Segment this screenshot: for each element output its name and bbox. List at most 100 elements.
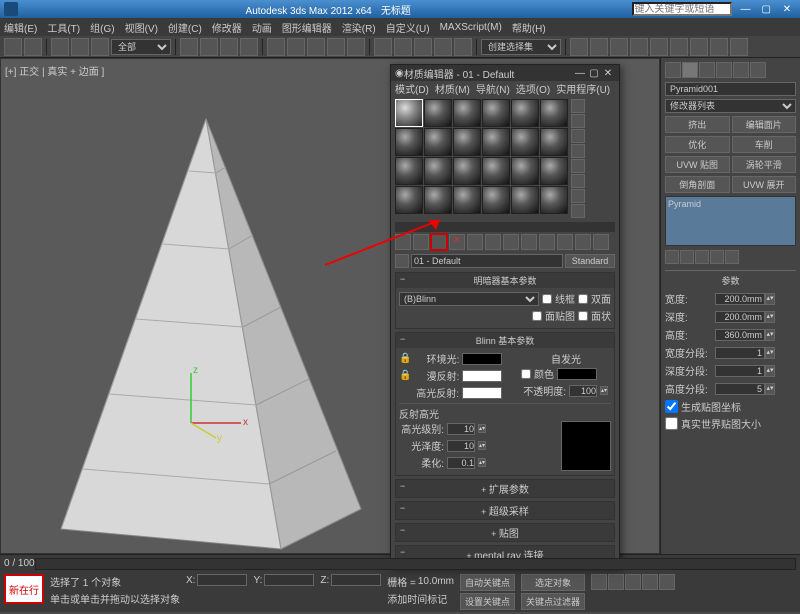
maps-rollout-header[interactable]: + 贴图 xyxy=(396,524,614,541)
align-icon[interactable] xyxy=(590,38,608,56)
material-slot[interactable] xyxy=(395,128,423,156)
shader-dropdown[interactable]: (B)Blinn xyxy=(399,292,539,306)
spinner-icon[interactable]: ▴▾ xyxy=(765,293,775,305)
mod-btn[interactable]: 涡轮平滑 xyxy=(732,156,797,173)
material-slot[interactable] xyxy=(540,186,568,214)
modifier-stack[interactable]: Pyramid xyxy=(665,196,796,246)
modifier-list-dropdown[interactable]: 修改器列表 xyxy=(665,99,796,113)
object-name-field[interactable]: Pyramid001 xyxy=(665,82,796,96)
ambient-swatch[interactable] xyxy=(462,353,502,365)
menu-help[interactable]: 帮助(H) xyxy=(512,20,546,35)
undo-icon[interactable] xyxy=(4,38,22,56)
selected-set-button[interactable]: 选定对象 xyxy=(521,574,585,591)
mod-btn[interactable]: UVW 展开 xyxy=(732,176,797,193)
mod-btn[interactable]: 倒角剖面 xyxy=(665,176,730,193)
goto-end-icon[interactable] xyxy=(659,574,675,590)
spinner-snap-icon[interactable] xyxy=(454,38,472,56)
configure-sets-icon[interactable] xyxy=(725,250,739,264)
hseg-input[interactable] xyxy=(715,383,765,395)
timeline[interactable]: 0 / 100 xyxy=(0,554,800,572)
rotate-icon[interactable] xyxy=(287,38,305,56)
sample-uv-icon[interactable] xyxy=(571,144,585,158)
material-slot[interactable] xyxy=(482,186,510,214)
selection-filter-dropdown[interactable]: 全部 xyxy=(111,39,171,55)
material-slot[interactable] xyxy=(395,186,423,214)
refcoord-icon[interactable] xyxy=(327,38,345,56)
select-by-mat-icon[interactable] xyxy=(571,204,585,218)
faceted-checkbox[interactable] xyxy=(578,311,588,321)
move-icon[interactable] xyxy=(267,38,285,56)
wseg-input[interactable] xyxy=(715,347,765,359)
create-tab-icon[interactable] xyxy=(665,62,681,78)
minimize-button[interactable]: — xyxy=(736,4,754,15)
video-check-icon[interactable] xyxy=(571,159,585,173)
material-slot[interactable] xyxy=(511,128,539,156)
render-setup-icon[interactable] xyxy=(690,38,708,56)
show-in-viewport-icon[interactable] xyxy=(539,234,555,250)
reset-map-icon[interactable]: ✕ xyxy=(449,234,465,250)
transform-z-input[interactable] xyxy=(331,574,381,586)
prev-frame-icon[interactable] xyxy=(608,574,624,590)
material-slot[interactable] xyxy=(453,128,481,156)
menu-view[interactable]: 视图(V) xyxy=(125,20,158,35)
help-search-input[interactable] xyxy=(632,2,732,16)
angle-snap-icon[interactable] xyxy=(414,38,432,56)
material-slot[interactable] xyxy=(511,157,539,185)
spinner-icon[interactable]: ▴▾ xyxy=(765,365,775,377)
menu-create[interactable]: 创建(C) xyxy=(168,20,202,35)
mod-btn[interactable]: 编辑面片 xyxy=(732,116,797,133)
named-selection-dropdown[interactable]: 创建选择集 xyxy=(481,39,561,55)
curve-editor-icon[interactable] xyxy=(630,38,648,56)
motion-tab-icon[interactable] xyxy=(716,62,732,78)
height-input[interactable] xyxy=(715,329,765,341)
wire-checkbox[interactable] xyxy=(542,294,552,304)
play-icon[interactable] xyxy=(625,574,641,590)
redo-icon[interactable] xyxy=(24,38,42,56)
go-sibling-icon[interactable] xyxy=(593,234,609,250)
menu-group[interactable]: 组(G) xyxy=(90,20,114,35)
put-to-scene-icon[interactable] xyxy=(413,234,429,250)
depth-input[interactable] xyxy=(715,311,765,323)
opacity-input[interactable] xyxy=(569,385,597,397)
show-end-result-icon[interactable] xyxy=(557,234,573,250)
utilities-tab-icon[interactable] xyxy=(750,62,766,78)
me-menu-material[interactable]: 材质(M) xyxy=(435,81,470,95)
mod-btn[interactable]: 车削 xyxy=(732,136,797,153)
time-slider[interactable] xyxy=(35,558,796,570)
link-icon[interactable] xyxy=(51,38,69,56)
make-unique-icon[interactable] xyxy=(485,234,501,250)
select-icon[interactable] xyxy=(180,38,198,56)
material-editor-icon[interactable] xyxy=(670,38,688,56)
material-slot[interactable] xyxy=(395,157,423,185)
mod-btn[interactable]: UVW 贴图 xyxy=(665,156,730,173)
autokey-button[interactable]: 自动关键点 xyxy=(460,574,515,591)
menu-rendering[interactable]: 渲染(R) xyxy=(342,20,376,35)
material-slot[interactable] xyxy=(540,128,568,156)
material-slot[interactable] xyxy=(424,128,452,156)
extended-rollout-header[interactable]: + 扩展参数 xyxy=(396,480,614,497)
percent-snap-icon[interactable] xyxy=(434,38,452,56)
get-material-icon[interactable] xyxy=(395,234,411,250)
lock-icon[interactable]: 🔒 xyxy=(399,353,411,364)
goto-start-icon[interactable] xyxy=(591,574,607,590)
remove-mod-icon[interactable] xyxy=(710,250,724,264)
snap-icon[interactable] xyxy=(394,38,412,56)
material-slot[interactable] xyxy=(395,99,423,127)
material-id-icon[interactable] xyxy=(521,234,537,250)
spinner-icon[interactable]: ▴▾ xyxy=(765,347,775,359)
params-rollout-header[interactable]: 参数 xyxy=(665,270,796,287)
me-menu-modes[interactable]: 模式(D) xyxy=(395,81,429,95)
material-slot[interactable] xyxy=(424,157,452,185)
background-icon[interactable] xyxy=(571,129,585,143)
material-slot[interactable] xyxy=(482,128,510,156)
manipulate-icon[interactable] xyxy=(374,38,392,56)
selfillum-swatch[interactable] xyxy=(557,368,597,380)
me-maximize-button[interactable]: ▢ xyxy=(587,68,601,79)
me-menu-navigation[interactable]: 导航(N) xyxy=(476,81,510,95)
me-menu-options[interactable]: 选项(O) xyxy=(516,81,550,95)
lock-icon[interactable]: 🔒 xyxy=(399,370,411,381)
display-tab-icon[interactable] xyxy=(733,62,749,78)
me-close-button[interactable]: ✕ xyxy=(601,68,615,79)
diffuse-swatch[interactable] xyxy=(462,370,502,382)
make-unique-icon[interactable] xyxy=(695,250,709,264)
